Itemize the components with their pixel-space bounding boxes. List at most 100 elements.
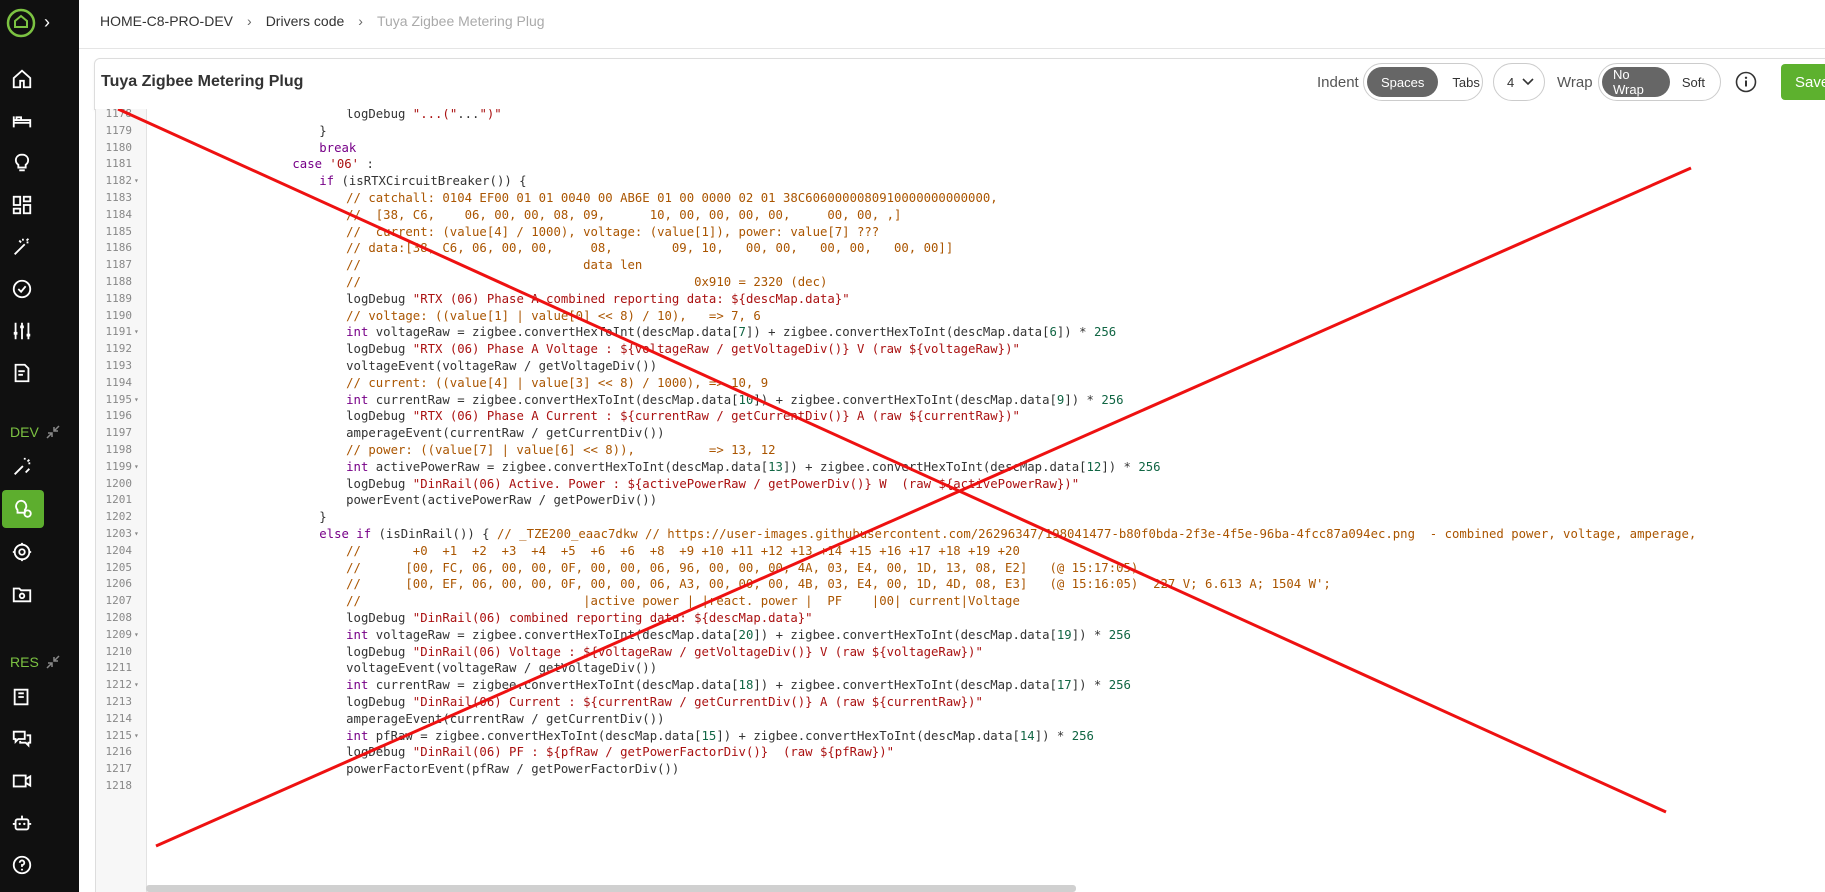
code-line[interactable]: 1206 // [00, EF, 06, 00, 00, 0F, 00, 00, …: [96, 576, 1825, 593]
code-line[interactable]: 1182 ▾ if (isRTXCircuitBreaker()) {: [96, 173, 1825, 190]
check-circle-icon[interactable]: [7, 274, 37, 304]
code-text: else if (isDinRail()) { // _TZE200_eaac7…: [319, 527, 1697, 541]
save-button[interactable]: Save: [1781, 64, 1825, 100]
bundles-icon[interactable]: [7, 579, 37, 609]
breadcrumb-chevron-icon: ›: [358, 13, 363, 29]
community-chat-icon[interactable]: [7, 724, 37, 754]
code-text: int activePowerRaw = zigbee.convertHexTo…: [346, 459, 1161, 474]
indent-size-select[interactable]: 4: [1493, 63, 1545, 101]
wrap-soft-option[interactable]: Soft: [1670, 67, 1717, 97]
code-line[interactable]: 1213 logDebug "DinRail(06) Current : ${cu…: [96, 694, 1825, 711]
line-number: 1185: [105, 224, 133, 238]
code-text: int pfRaw = zigbee.convertHexToInt(descM…: [346, 728, 1094, 743]
code-line[interactable]: 1214 amperageEvent(currentRaw / getCurren…: [96, 711, 1825, 728]
breadcrumb-hub[interactable]: HOME-C8-PRO-DEV: [100, 13, 233, 29]
dashboard-icon[interactable]: [7, 190, 37, 220]
code-line[interactable]: 1207 // |active power | |react. power | P…: [96, 593, 1825, 610]
code-text: }: [319, 123, 327, 138]
fold-arrow-icon[interactable]: ▾: [134, 677, 139, 694]
documentation-icon[interactable]: [7, 682, 37, 712]
line-number: 1212: [105, 678, 133, 692]
code-line[interactable]: 1191 ▾ int voltageRaw = zigbee.convertHexT…: [96, 324, 1825, 341]
info-icon[interactable]: [1735, 71, 1757, 93]
fold-arrow-icon[interactable]: ▾: [134, 526, 139, 543]
code-line[interactable]: 1180 break: [96, 140, 1825, 157]
line-number: 1189: [105, 291, 133, 305]
apps-code-icon[interactable]: [7, 452, 37, 482]
code-line[interactable]: 1200 logDebug "DinRail(06) Active. Power …: [96, 476, 1825, 493]
code-line[interactable]: 1184 // [38, C6, 06, 00, 00, 08, 09, 10, …: [96, 207, 1825, 224]
code-line[interactable]: 1181 case '06' :: [96, 156, 1825, 173]
code-text: }: [319, 510, 327, 525]
code-line[interactable]: 1217 powerFactorEvent(pfRaw / getPowerFac…: [96, 761, 1825, 778]
wrap-nowrap-option[interactable]: No Wrap: [1602, 67, 1670, 97]
code-line[interactable]: 1201 powerEvent(activePowerRaw / getPower…: [96, 492, 1825, 509]
code-line[interactable]: 1211 voltageEvent(voltageRaw / getVoltage…: [96, 660, 1825, 677]
code-line[interactable]: 1194 // current: ((value[4] | value[3] <<…: [96, 375, 1825, 392]
code-line[interactable]: 1209 ▾ int voltageRaw = zigbee.convertHexT…: [96, 627, 1825, 644]
code-line[interactable]: 1216 logDebug "DinRail(06) PF : ${pfRaw /…: [96, 744, 1825, 761]
wrap-toggle: No Wrap Soft: [1598, 63, 1721, 101]
code-line[interactable]: 1198 // power: ((value[7] | value[6] << 8…: [96, 442, 1825, 459]
line-number: 1215: [105, 728, 133, 742]
horizontal-scrollbar[interactable]: [146, 885, 1076, 892]
code-line[interactable]: 1185 // current: (value[4] / 1000), volta…: [96, 224, 1825, 241]
code-line[interactable]: 1218: [96, 778, 1825, 795]
code-text: logDebug "DinRail(06) Active. Power : ${…: [346, 476, 1080, 491]
code-text: logDebug "RTX (06) Phase A Current : ${c…: [346, 409, 1020, 424]
fold-arrow-icon[interactable]: ▾: [134, 459, 139, 476]
code-editor[interactable]: 1178 logDebug "...("...")" 1179} 1180 break 1…: [95, 109, 1825, 892]
code-line[interactable]: 1197 amperageEvent(currentRaw / getCurren…: [96, 425, 1825, 442]
code-line[interactable]: 1178 logDebug "...("...")": [96, 109, 1825, 123]
code-line[interactable]: 1195 ▾ int currentRaw = zigbee.convertHexT…: [96, 392, 1825, 409]
fold-arrow-icon[interactable]: ▾: [134, 627, 139, 644]
line-number: 1191: [105, 325, 133, 339]
breadcrumb-drivers-code[interactable]: Drivers code: [266, 13, 345, 29]
code-line[interactable]: 1189 logDebug "RTX (06) Phase A combined …: [96, 291, 1825, 308]
code-line[interactable]: 1188 // 0x910 = 2320 (dec): [96, 274, 1825, 291]
code-line[interactable]: 1205 // [00, FC, 06, 00, 00, 0F, 00, 00, …: [96, 560, 1825, 577]
indent-tabs-option[interactable]: Tabs: [1438, 67, 1493, 97]
help-icon[interactable]: [7, 850, 37, 880]
line-number: 1202: [105, 510, 133, 524]
code-line[interactable]: 1212 ▾ int currentRaw = zigbee.convertHexT…: [96, 677, 1825, 694]
logs-icon[interactable]: [7, 358, 37, 388]
bed-icon[interactable]: [7, 106, 37, 136]
code-line[interactable]: 1187 // data len: [96, 257, 1825, 274]
home-icon[interactable]: [7, 64, 37, 94]
code-line[interactable]: 1190 // voltage: ((value[1] | value[0] <<…: [96, 308, 1825, 325]
code-line[interactable]: 1203 ▾ else if (isDinRail()) { // _TZE200_…: [96, 526, 1825, 543]
code-line[interactable]: 1199 ▾ int activePowerRaw = zigbee.convert…: [96, 459, 1825, 476]
sidebar-section-dev: DEV: [10, 424, 39, 440]
robot-assistant-icon[interactable]: [7, 808, 37, 838]
code-line[interactable]: 1202}: [96, 509, 1825, 526]
drivers-code-icon[interactable]: [2, 490, 44, 528]
code-line[interactable]: 1192 logDebug "RTX (06) Phase A Voltage :…: [96, 341, 1825, 358]
expand-sidebar-chevron-icon[interactable]: ›: [44, 12, 50, 33]
fold-arrow-icon[interactable]: ▾: [134, 392, 139, 409]
video-icon[interactable]: [7, 766, 37, 796]
code-line[interactable]: 1210 logDebug "DinRail(06) Voltage : ${vo…: [96, 644, 1825, 661]
libraries-code-icon[interactable]: [7, 537, 37, 567]
indent-spaces-option[interactable]: Spaces: [1367, 67, 1439, 97]
code-line[interactable]: 1186 // data:[38, C6, 06, 00, 00, 08, 09,…: [96, 240, 1825, 257]
collapse-res-icon[interactable]: [45, 654, 61, 670]
fold-arrow-icon[interactable]: ▾: [134, 324, 139, 341]
code-line[interactable]: 1196 logDebug "RTX (06) Phase A Current :…: [96, 408, 1825, 425]
code-line[interactable]: 1215 ▾ int pfRaw = zigbee.convertHexToInt(…: [96, 728, 1825, 745]
code-line[interactable]: 1193 voltageEvent(voltageRaw / getVoltage…: [96, 358, 1825, 375]
fold-arrow-icon[interactable]: ▾: [134, 173, 139, 190]
code-line[interactable]: 1208 logDebug "DinRail(06) combined repor…: [96, 610, 1825, 627]
fold-arrow-icon[interactable]: ▾: [134, 728, 139, 745]
line-number: 1209: [105, 627, 133, 641]
magic-wand-icon[interactable]: [7, 232, 37, 262]
code-line[interactable]: 1183 // catchall: 0104 EF00 01 01 0040 00…: [96, 190, 1825, 207]
line-number: 1214: [105, 711, 133, 725]
code-text: logDebug "...("...")": [346, 109, 502, 121]
sliders-icon[interactable]: [7, 316, 37, 346]
code-line[interactable]: 1204 // +0 +1 +2 +3 +4 +5 +6 +6 +8 +9 +10…: [96, 543, 1825, 560]
hubitat-logo-icon[interactable]: [6, 8, 36, 38]
code-line[interactable]: 1179}: [96, 123, 1825, 140]
lightbulb-icon[interactable]: [7, 148, 37, 178]
collapse-dev-icon[interactable]: [45, 424, 61, 440]
